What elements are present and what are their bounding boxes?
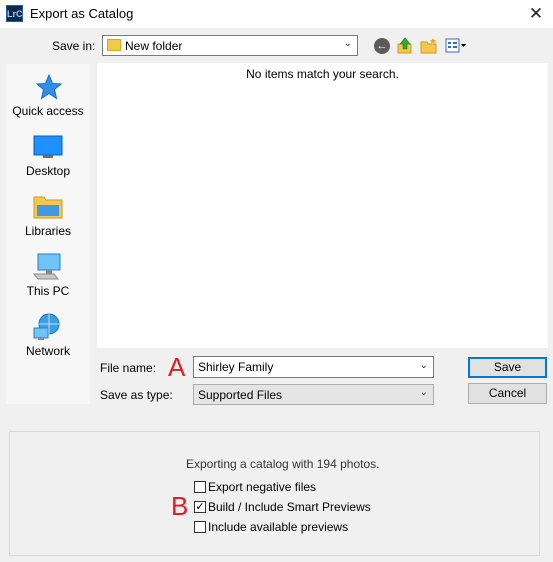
export-negative-files-checkbox[interactable] (194, 481, 206, 493)
sidebar-item-quick-access[interactable]: Quick access (6, 70, 90, 126)
sidebar-item-this-pc[interactable]: This PC (6, 250, 90, 306)
build-smart-previews-checkbox[interactable]: ✓ (194, 501, 206, 513)
chevron-down-icon: ⌄ (419, 387, 428, 398)
desktop-icon (33, 135, 63, 158)
include-available-previews-label[interactable]: Include available previews (208, 520, 348, 534)
sidebar-item-label: Network (25, 344, 70, 358)
chevron-down-icon: ⌄ (343, 38, 352, 49)
view-menu-icon[interactable] (445, 37, 467, 55)
folder-icon (107, 39, 121, 51)
sidebar-item-network[interactable]: Network (6, 310, 90, 366)
sidebar-item-libraries[interactable]: Libraries (6, 190, 90, 246)
build-smart-previews-label[interactable]: Build / Include Smart Previews (208, 500, 371, 514)
save-in-label: Save in: (52, 39, 96, 53)
sidebar-item-label: Quick access (12, 104, 84, 118)
sidebar-item-label: This PC (26, 284, 70, 298)
places-sidebar: Quick access Desktop Libraries This PC N… (6, 64, 90, 404)
annotation-marker-b: B (171, 491, 189, 521)
star-icon (36, 74, 62, 100)
save-as-type-dropdown[interactable]: Supported Files ⌄ (193, 384, 434, 405)
back-icon[interactable]: ← (374, 38, 390, 54)
sidebar-item-desktop[interactable]: Desktop (6, 130, 90, 186)
save-button[interactable]: Save (468, 357, 547, 378)
include-available-previews-checkbox[interactable] (194, 521, 206, 533)
sidebar-item-label: Desktop (25, 164, 71, 178)
file-name-value: Shirley Family (198, 360, 274, 374)
computer-icon (32, 253, 61, 280)
close-button[interactable]: ✕ (519, 0, 553, 28)
export-info-text: Exporting a catalog with 194 photos. (186, 457, 380, 471)
chevron-down-icon[interactable]: ⌄ (420, 360, 428, 371)
libraries-icon (33, 196, 63, 219)
cancel-button[interactable]: Cancel (468, 383, 547, 404)
save-in-value: New folder (125, 39, 183, 53)
sidebar-item-label: Libraries (24, 224, 72, 238)
up-folder-icon[interactable] (396, 37, 414, 55)
file-name-input[interactable]: Shirley Family ⌄ (193, 356, 434, 378)
save-as-type-label: Save as type: (100, 388, 173, 402)
file-list[interactable]: No items match your search. (97, 63, 548, 348)
empty-message: No items match your search. (246, 67, 399, 81)
file-name-label: File name: (100, 361, 157, 375)
network-icon (33, 313, 60, 340)
save-as-type-value: Supported Files (198, 388, 283, 402)
lightroom-app-icon: LrC (6, 5, 23, 22)
export-negative-files-label[interactable]: Export negative files (208, 480, 316, 494)
save-in-dropdown[interactable]: New folder ⌄ (102, 35, 358, 56)
new-folder-icon[interactable] (420, 37, 438, 55)
title-bar: LrC Export as Catalog ✕ (0, 0, 553, 28)
annotation-marker-a: A (168, 352, 186, 382)
window-title: Export as Catalog (30, 6, 134, 21)
